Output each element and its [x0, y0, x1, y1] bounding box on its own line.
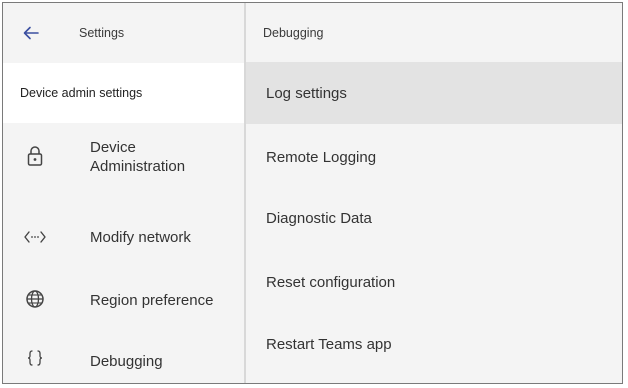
menu-item-label: Restart Teams app — [266, 335, 392, 353]
sidebar-item-label: Region preference — [90, 292, 214, 309]
left-header: Settings — [3, 3, 244, 63]
sidebar-item-label: Modify network — [90, 229, 191, 246]
sidebar-item-region-preference[interactable]: Region preference — [3, 267, 244, 331]
globe-icon — [24, 288, 46, 310]
menu-item-restart-teams-app[interactable]: Restart Teams app — [246, 313, 622, 375]
sidebar-item-device-administration[interactable]: Device Administration — [3, 125, 244, 189]
menu-item-log-settings[interactable]: Log settings — [246, 62, 622, 124]
lock-icon — [24, 145, 46, 167]
sidebar-item-label: Debugging — [90, 353, 163, 370]
arrow-left-icon[interactable] — [21, 23, 41, 43]
sidebar-item-debugging[interactable]: Debugging — [3, 327, 244, 383]
section-header-label: Device admin settings — [20, 86, 143, 100]
sidebar-item-modify-network[interactable]: Modify network — [3, 205, 244, 269]
right-panel: Debugging Log settings Remote Logging Di… — [246, 3, 622, 383]
left-panel: Settings Device admin settings Device Ad… — [3, 3, 244, 383]
menu-item-label: Reset configuration — [266, 273, 396, 291]
settings-window: Settings Device admin settings Device Ad… — [2, 2, 623, 384]
menu-item-remote-logging[interactable]: Remote Logging — [246, 126, 622, 188]
menu-item-diagnostic-data[interactable]: Diagnostic Data — [246, 187, 622, 249]
braces-icon — [24, 347, 46, 369]
right-header: Debugging — [246, 3, 622, 63]
left-title: Settings — [79, 26, 125, 40]
right-title: Debugging — [263, 26, 324, 40]
menu-item-reset-configuration[interactable]: Reset configuration — [246, 251, 622, 313]
section-header-device-admin: Device admin settings — [3, 63, 244, 123]
menu-item-label: Remote Logging — [266, 148, 377, 166]
menu-item-label: Log settings — [266, 84, 347, 102]
menu-item-label: Diagnostic Data — [266, 209, 372, 227]
sidebar-item-label: Device Administration — [90, 139, 186, 175]
network-dots-icon — [24, 226, 46, 248]
